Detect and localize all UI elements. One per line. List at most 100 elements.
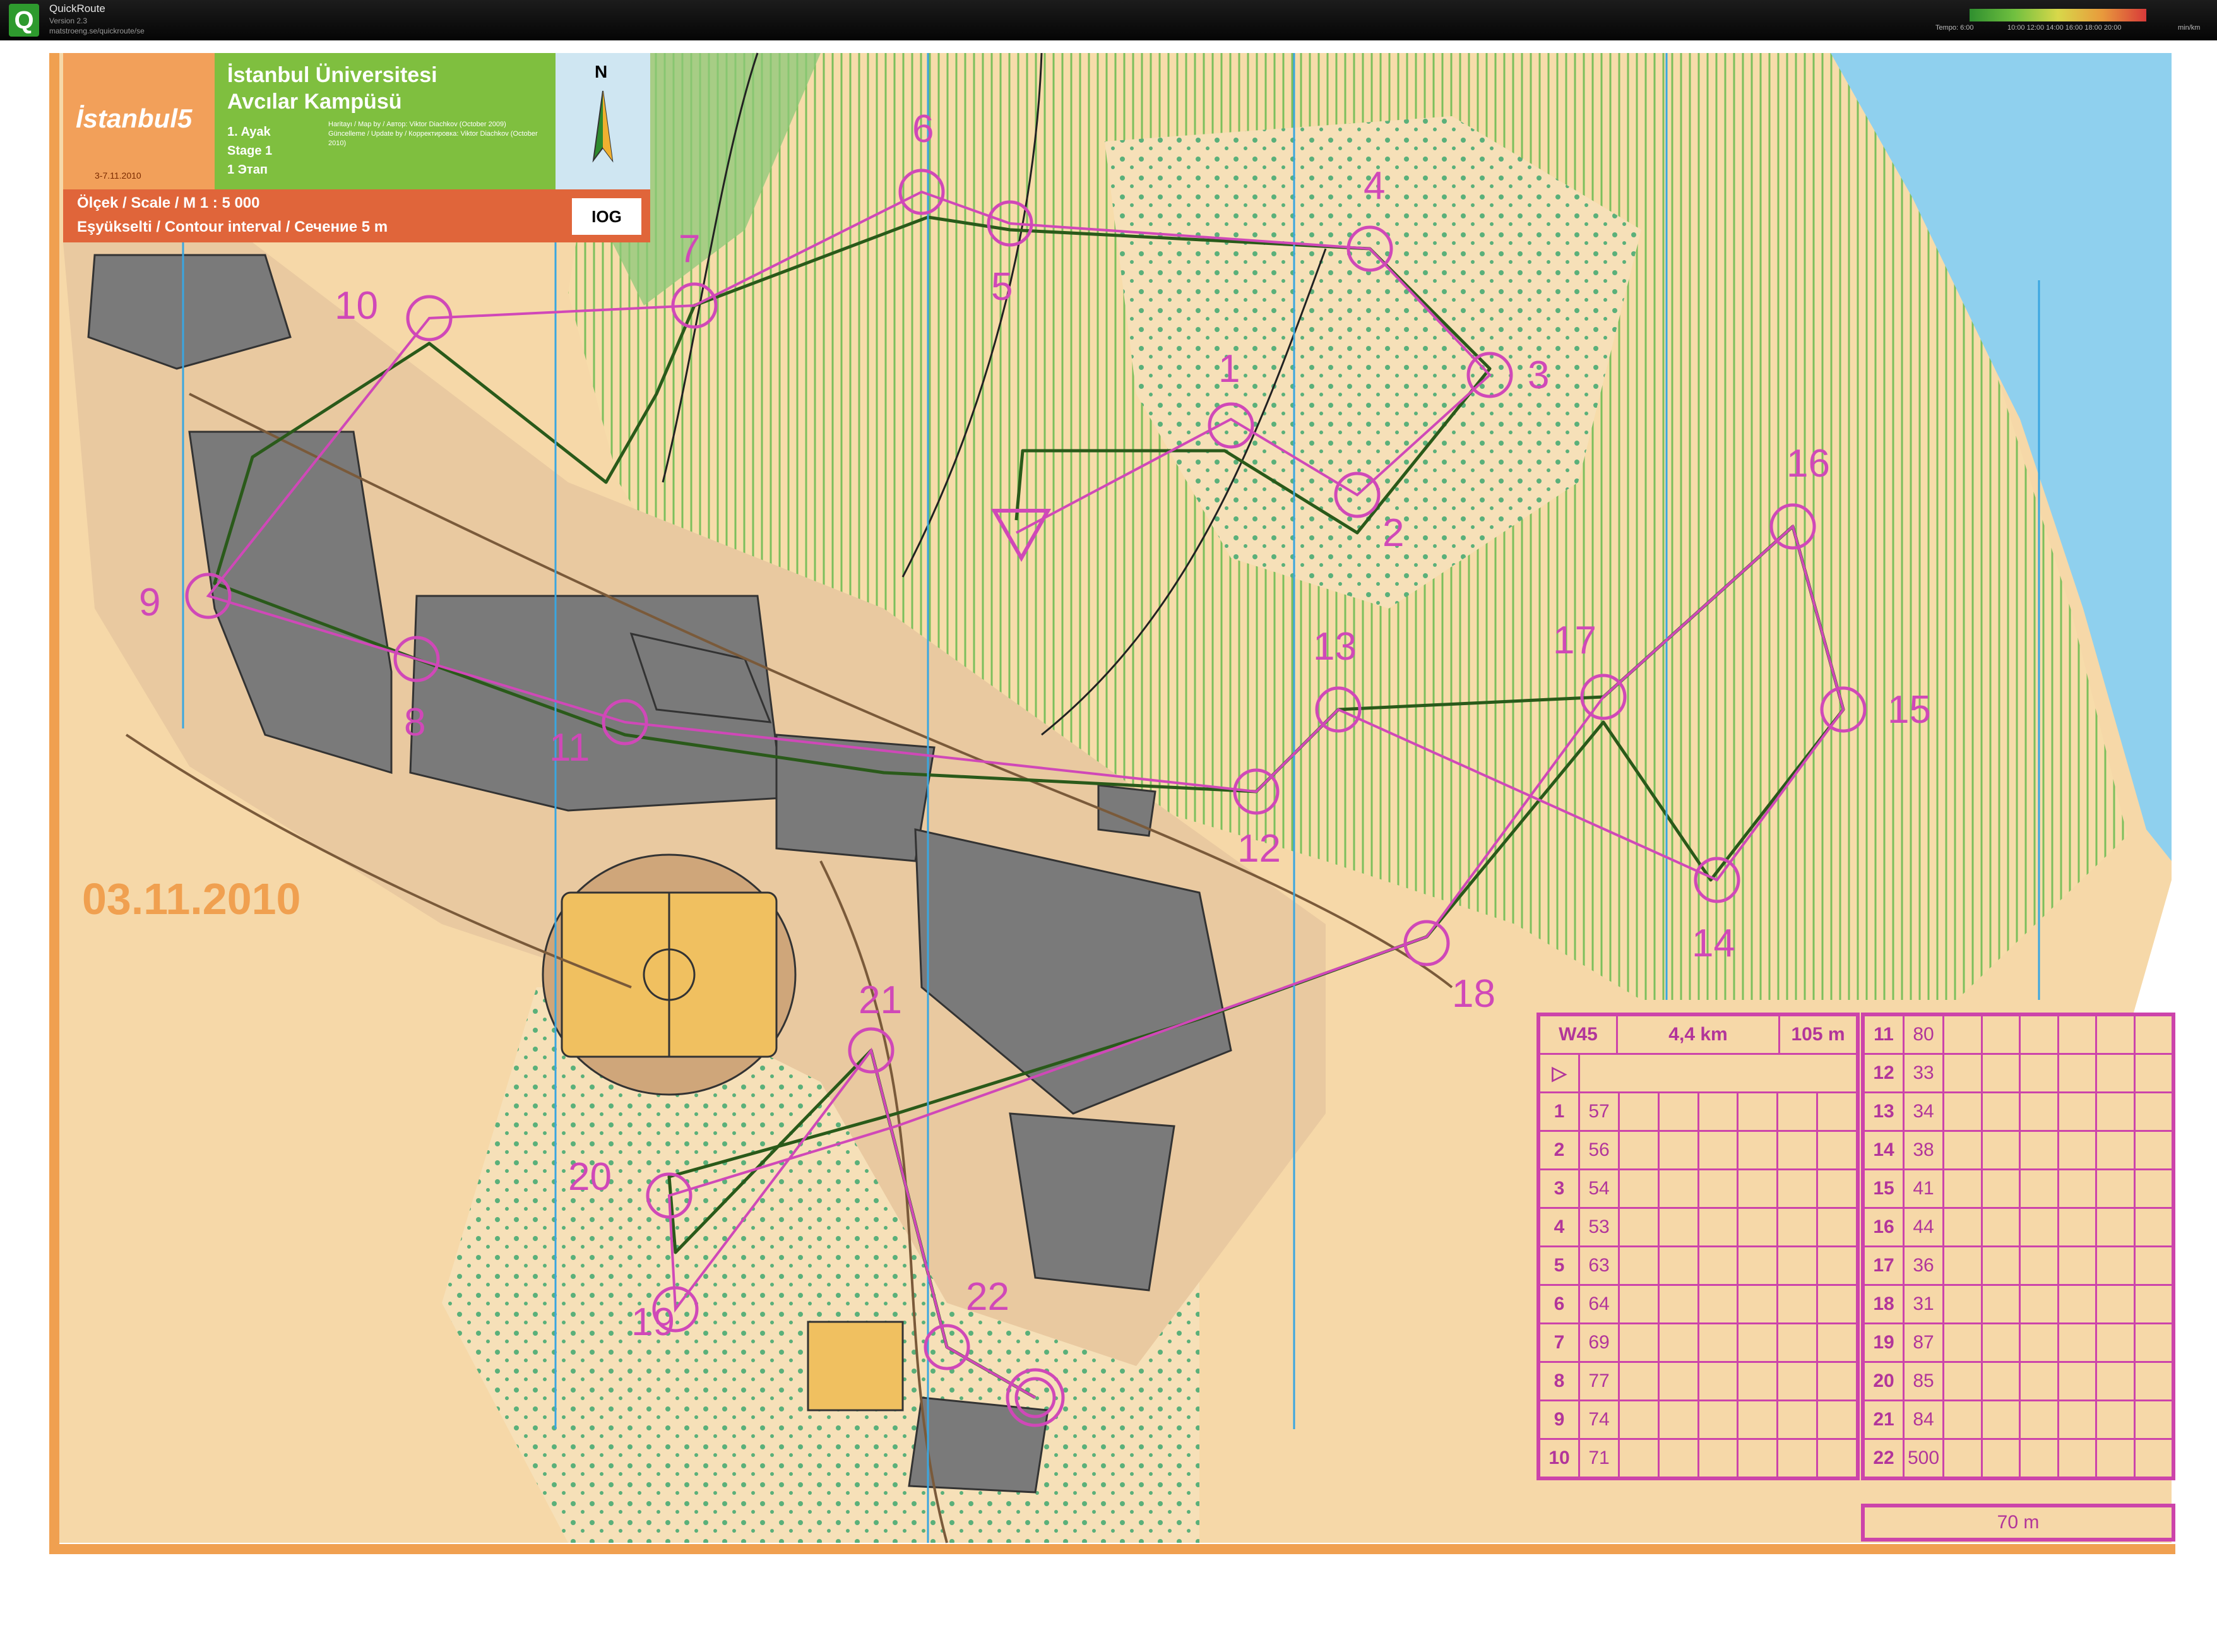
- description-symbol-cell: [1944, 1170, 1983, 1207]
- description-symbol-cell: [1739, 1286, 1779, 1322]
- finish-distance: 70 m: [1997, 1512, 2040, 1533]
- building-g: [1009, 1112, 1175, 1292]
- description-symbol-cell: [1660, 1363, 1699, 1399]
- start-triangle-icon: ▷: [1540, 1055, 1580, 1091]
- description-symbol-cell: [1944, 1055, 1983, 1091]
- description-symbol-cell: [1699, 1401, 1739, 1438]
- description-symbol-cell: [2136, 1055, 2172, 1091]
- map-title-block: İstanbul5 3-7.11.2010 İstanbul Üniversit…: [63, 53, 650, 242]
- description-symbol-cell: [1620, 1401, 1660, 1438]
- control-number-4[interactable]: 4: [1364, 167, 1385, 206]
- description-symbol-cell: [1944, 1093, 1983, 1130]
- control-number-3[interactable]: 3: [1528, 356, 1549, 395]
- description-row: 4 53: [1540, 1209, 1856, 1247]
- control-code: 44: [1905, 1209, 1944, 1245]
- control-order-number: 15: [1865, 1170, 1905, 1207]
- description-symbol-cell: [1699, 1286, 1739, 1322]
- description-symbol-cell: [1739, 1247, 1779, 1284]
- pace-color-scale: [1970, 9, 2146, 21]
- description-symbol-cell: [1983, 1016, 2021, 1053]
- control-number-15[interactable]: 15: [1887, 691, 1931, 730]
- description-symbol-cell: [1944, 1016, 1983, 1053]
- description-row: 22 500: [1865, 1440, 2172, 1477]
- description-row: 2 56: [1540, 1132, 1856, 1170]
- description-row: 21 84: [1865, 1401, 2172, 1440]
- control-order-number: 22: [1865, 1440, 1905, 1477]
- description-symbol-cell: [1620, 1093, 1660, 1130]
- control-order-number: 21: [1865, 1401, 1905, 1438]
- event-logo: İstanbul5 3-7.11.2010: [63, 53, 215, 189]
- control-number-6[interactable]: 6: [912, 110, 934, 149]
- control-number-8[interactable]: 8: [404, 703, 425, 742]
- control-code: 56: [1580, 1132, 1620, 1168]
- control-code: 57: [1580, 1093, 1620, 1130]
- description-symbol-cell: [2059, 1324, 2097, 1361]
- stage-line3: 1 Этап: [227, 163, 268, 177]
- app-url[interactable]: matstroeng.se/quickroute/se: [49, 27, 145, 35]
- orienteering-map[interactable]: İstanbul5 3-7.11.2010 İstanbul Üniversit…: [0, 40, 2217, 1652]
- control-number-20[interactable]: 20: [568, 1158, 612, 1197]
- description-symbol-cell: [2136, 1132, 2172, 1168]
- control-code: 53: [1580, 1209, 1620, 1245]
- description-symbol-cell: [2136, 1093, 2172, 1130]
- course-climb: 105 m: [1791, 1024, 1845, 1045]
- control-number-2[interactable]: 2: [1382, 514, 1404, 553]
- control-code: 33: [1905, 1055, 1944, 1091]
- description-symbol-cell: [1739, 1363, 1779, 1399]
- description-symbol-cell: [1660, 1247, 1699, 1284]
- description-symbol-cell: [2136, 1247, 2172, 1284]
- description-symbol-cell: [2097, 1093, 2136, 1130]
- north-arrow-icon: [592, 90, 614, 163]
- description-symbol-cell: [2136, 1209, 2172, 1245]
- sponsor-logo: IOG: [572, 198, 641, 235]
- control-number-10[interactable]: 10: [335, 287, 378, 326]
- description-row: 5 63: [1540, 1247, 1856, 1286]
- description-symbol-cell: [1944, 1209, 1983, 1245]
- control-number-1[interactable]: 1: [1218, 350, 1240, 389]
- description-symbol-cell: [1778, 1363, 1819, 1399]
- description-symbol-cell: [1660, 1132, 1699, 1168]
- stage-label: 1. Ayak Stage 1 1 Этап: [227, 122, 272, 179]
- description-symbol-cell: [2136, 1324, 2172, 1361]
- control-order-number: 18: [1865, 1286, 1905, 1322]
- description-symbol-cell: [2136, 1401, 2172, 1438]
- control-code: 74: [1580, 1401, 1620, 1438]
- control-order-number: 8: [1540, 1363, 1580, 1399]
- control-number-11[interactable]: 11: [549, 728, 590, 768]
- description-symbol-cell: [1778, 1209, 1819, 1245]
- description-symbol-cell: [1983, 1132, 2021, 1168]
- description-row: 11 80: [1865, 1016, 2172, 1055]
- map-scale: Ölçek / Scale / M 1 : 5 000: [77, 194, 260, 211]
- control-number-5[interactable]: 5: [991, 268, 1013, 307]
- description-symbol-cell: [1620, 1170, 1660, 1207]
- description-symbol-cell: [2059, 1247, 2097, 1284]
- description-symbol-cell: [1818, 1132, 1856, 1168]
- description-symbol-cell: [1944, 1286, 1983, 1322]
- control-number-19[interactable]: 19: [631, 1303, 675, 1342]
- description-symbol-cell: [1739, 1093, 1779, 1130]
- credits-line2: Güncelleme / Update by / Корректировка: …: [328, 130, 538, 147]
- control-number-21[interactable]: 21: [859, 981, 902, 1020]
- description-symbol-cell: [1983, 1363, 2021, 1399]
- control-number-17[interactable]: 17: [1553, 621, 1596, 660]
- description-symbol-cell: [1944, 1440, 1983, 1477]
- control-number-14[interactable]: 14: [1692, 924, 1735, 963]
- description-symbol-cell: [1620, 1363, 1660, 1399]
- description-symbol-cell: [1699, 1093, 1739, 1130]
- control-number-7[interactable]: 7: [679, 230, 700, 269]
- control-number-22[interactable]: 22: [966, 1278, 1009, 1317]
- description-symbol-cell: [1778, 1324, 1819, 1361]
- control-number-9[interactable]: 9: [139, 583, 160, 622]
- description-symbol-cell: [1739, 1324, 1779, 1361]
- description-symbol-cell: [1983, 1286, 2021, 1322]
- control-number-13[interactable]: 13: [1313, 627, 1357, 667]
- control-number-18[interactable]: 18: [1452, 975, 1495, 1014]
- control-order-number: 19: [1865, 1324, 1905, 1361]
- control-code: 63: [1580, 1247, 1620, 1284]
- control-code: 31: [1905, 1286, 1944, 1322]
- description-symbol-cell: [2097, 1055, 2136, 1091]
- control-number-16[interactable]: 16: [1786, 444, 1830, 484]
- control-number-12[interactable]: 12: [1237, 829, 1281, 869]
- control-order-number: 11: [1865, 1016, 1905, 1053]
- description-symbol-cell: [1620, 1440, 1660, 1477]
